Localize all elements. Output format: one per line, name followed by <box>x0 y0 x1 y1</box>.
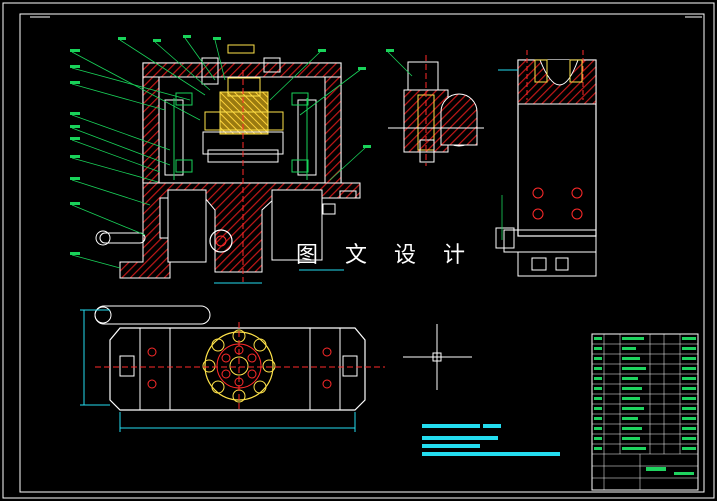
watermark-text: 图 文 设 计 <box>296 243 475 268</box>
side-detail-view <box>386 49 484 166</box>
title-block <box>591 333 699 491</box>
crosshair-icon <box>403 324 472 390</box>
technical-notes <box>422 424 560 456</box>
plan-view <box>80 305 385 432</box>
right-view <box>495 50 597 277</box>
